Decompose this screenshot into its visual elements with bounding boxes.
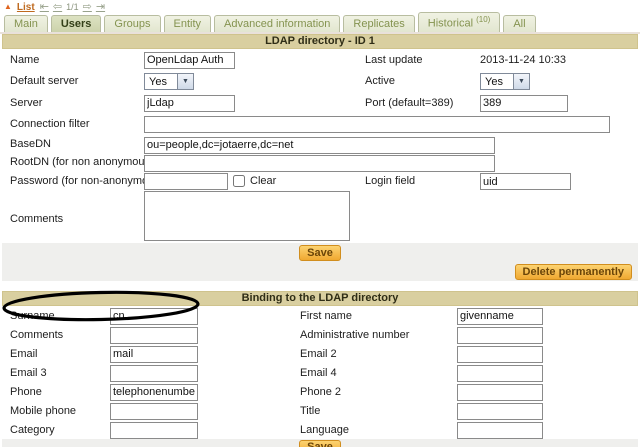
phone2-label: Phone 2 [292, 386, 457, 398]
email-label: Email [2, 348, 110, 360]
delete-permanently-button[interactable]: Delete permanently [515, 264, 632, 280]
save-button[interactable]: Save [299, 245, 341, 261]
language-label: Language [292, 424, 457, 436]
password-input[interactable] [144, 173, 228, 190]
default-server-select[interactable]: Yes▼ [144, 73, 194, 90]
tab-users[interactable]: Users [51, 15, 102, 32]
last-page-icon[interactable]: ⇥ [96, 2, 105, 12]
last-update-value: 2013-11-24 10:33 [480, 54, 638, 66]
password-label: Password (for non-anonymous binds) [2, 175, 144, 187]
administrative-number-input[interactable] [457, 327, 543, 344]
default-server-label: Default server [2, 75, 144, 87]
rootdn-input[interactable] [144, 155, 495, 172]
language-input[interactable] [457, 422, 543, 439]
mobile-phone-input[interactable] [110, 403, 198, 420]
prev-page-icon[interactable]: ⇦ [53, 2, 62, 12]
tab-historical-count: (10) [476, 15, 490, 24]
next-page-icon[interactable]: ⇨ [83, 2, 92, 12]
port-label: Port (default=389) [357, 97, 480, 109]
tab-all[interactable]: All [503, 15, 535, 32]
login-field-label: Login field [357, 175, 480, 187]
binding-row-email3: Email 3 Email 4 [2, 363, 638, 382]
binding-row-email: Email Email 2 [2, 344, 638, 363]
email3-label: Email 3 [2, 367, 110, 379]
binding-row-surname: Surname First name [2, 306, 638, 325]
server-label: Server [2, 97, 144, 109]
binding-row-mobile: Mobile phone Title [2, 401, 638, 420]
clear-label: Clear [250, 175, 276, 187]
first-name-input[interactable] [457, 308, 543, 325]
ldap-directory-page: ▲ List ⇤ ⇦ 1/1 ⇨ ⇥ Main Users Groups Ent… [0, 0, 640, 447]
title-input[interactable] [457, 403, 543, 420]
binding-row-comments: Comments Administrative number [2, 325, 638, 344]
email2-label: Email 2 [292, 348, 457, 360]
ldap-directory-form: LDAP directory - ID 1 Name Last update 2… [2, 34, 638, 281]
comments2-input[interactable] [110, 327, 198, 344]
tab-main[interactable]: Main [4, 15, 48, 32]
active-select[interactable]: Yes▼ [480, 73, 530, 90]
up-arrow-icon[interactable]: ▲ [4, 2, 12, 12]
first-name-label: First name [292, 310, 457, 322]
binding-save-row: Save [2, 439, 638, 447]
delete-row: Delete permanently [2, 262, 638, 281]
tab-groups[interactable]: Groups [104, 15, 160, 32]
phone-label: Phone [2, 386, 110, 398]
phone2-input[interactable] [457, 384, 543, 401]
surname-label: Surname [2, 310, 110, 322]
port-input[interactable] [480, 95, 568, 112]
rootdn-label: RootDN (for non anonymous binds) [2, 156, 144, 168]
binding-form-title: Binding to the LDAP directory [2, 291, 638, 306]
category-label: Category [2, 424, 110, 436]
last-update-label: Last update [357, 54, 480, 66]
comments-label: Comments [2, 213, 144, 225]
connection-filter-label: Connection filter [2, 118, 144, 130]
tab-advanced-information[interactable]: Advanced information [214, 15, 340, 32]
active-label: Active [357, 75, 480, 87]
dropdown-arrow-icon: ▼ [513, 73, 530, 90]
clear-checkbox[interactable] [233, 175, 245, 187]
pager: ⇤ ⇦ 1/1 ⇨ ⇥ [40, 2, 105, 12]
name-label: Name [2, 54, 144, 66]
login-field-input[interactable] [480, 173, 571, 190]
phone-input[interactable] [110, 384, 198, 401]
ldap-binding-form: Binding to the LDAP directory Surname Fi… [2, 291, 638, 447]
tab-bar: Main Users Groups Entity Advanced inform… [0, 13, 640, 34]
breadcrumb-nav: ▲ List ⇤ ⇦ 1/1 ⇨ ⇥ [0, 0, 640, 13]
email3-input[interactable] [110, 365, 198, 382]
email-input[interactable] [110, 346, 198, 363]
default-server-value: Yes [144, 73, 177, 90]
tab-historical-label: Historical [428, 18, 473, 30]
form-title: LDAP directory - ID 1 [2, 34, 638, 49]
mobile-phone-label: Mobile phone [2, 405, 110, 417]
basedn-label: BaseDN [2, 138, 144, 150]
basedn-input[interactable] [144, 137, 495, 154]
comments-textarea[interactable] [144, 191, 350, 241]
tab-historical[interactable]: Historical (10) [418, 12, 501, 32]
category-input[interactable] [110, 422, 198, 439]
list-link[interactable]: List [17, 2, 35, 13]
email2-input[interactable] [457, 346, 543, 363]
section-gap [0, 281, 640, 291]
tab-replicates[interactable]: Replicates [343, 15, 414, 32]
email4-input[interactable] [457, 365, 543, 382]
binding-row-category: Category Language [2, 420, 638, 439]
comments2-label: Comments [2, 329, 110, 341]
server-input[interactable] [144, 95, 235, 112]
name-input[interactable] [144, 52, 235, 69]
surname-input[interactable] [110, 308, 198, 325]
tab-entity[interactable]: Entity [164, 15, 212, 32]
administrative-number-label: Administrative number [292, 329, 457, 341]
dropdown-arrow-icon: ▼ [177, 73, 194, 90]
page-indicator: 1/1 [66, 2, 79, 12]
connection-filter-input[interactable] [144, 116, 610, 133]
binding-save-button[interactable]: Save [299, 440, 341, 447]
first-page-icon[interactable]: ⇤ [40, 2, 49, 12]
email4-label: Email 4 [292, 367, 457, 379]
active-value: Yes [480, 73, 513, 90]
binding-row-phone: Phone Phone 2 [2, 382, 638, 401]
title-label: Title [292, 405, 457, 417]
